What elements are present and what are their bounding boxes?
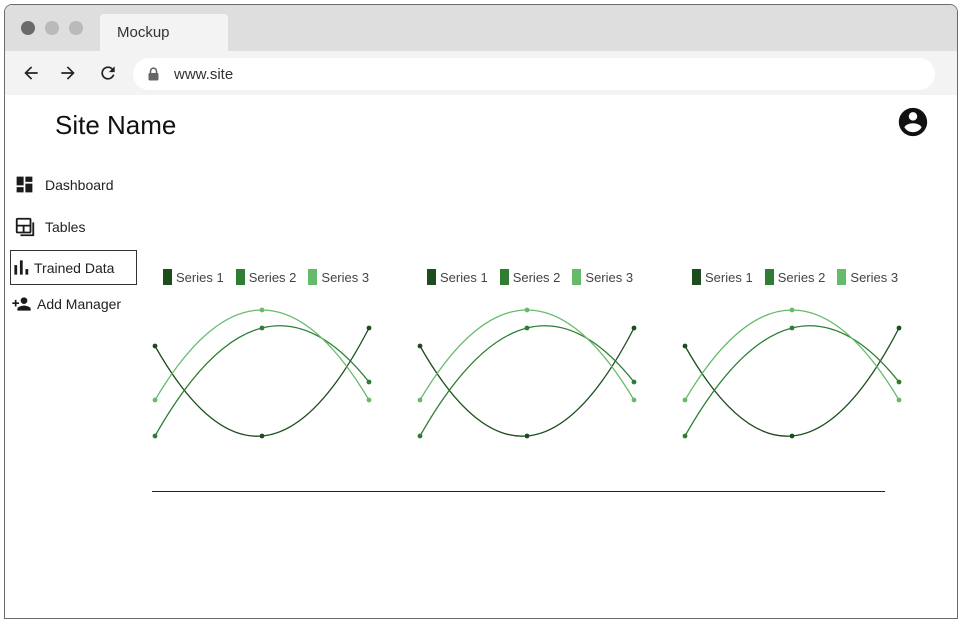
- data-point: [524, 325, 530, 331]
- data-point: [524, 307, 530, 313]
- close-window-button[interactable]: [21, 21, 35, 35]
- data-point: [152, 433, 158, 439]
- data-point: [366, 379, 372, 385]
- sidebar-item-label: Add Manager: [37, 296, 122, 312]
- legend-swatch: [427, 269, 436, 285]
- legend-entry: Series 2: [499, 269, 561, 285]
- legend-swatch: [764, 269, 774, 285]
- bar-chart-icon: [14, 260, 29, 275]
- legend-entry: Series 2: [235, 269, 297, 285]
- data-point: [152, 397, 158, 403]
- legend-swatch: [499, 269, 509, 285]
- legend-entry: Series 1: [163, 269, 224, 285]
- dashboard-icon: [16, 176, 33, 193]
- tab-bar: Mockup: [5, 5, 957, 51]
- line-chart: [152, 307, 372, 439]
- sidebar-item-trained-data[interactable]: Trained Data: [10, 250, 137, 285]
- sidebar-item-add-manager[interactable]: Add Manager: [10, 294, 121, 314]
- series-line: [684, 327, 900, 437]
- data-point: [682, 433, 688, 439]
- legend-entry: Series 3: [837, 269, 898, 285]
- maximize-window-button[interactable]: [69, 21, 83, 35]
- chart-baseline: [152, 491, 885, 492]
- navigation-bar: www.site: [5, 51, 957, 95]
- data-point: [152, 343, 158, 349]
- browser-tab[interactable]: Mockup: [100, 14, 228, 51]
- sidebar-item-label: Trained Data: [34, 259, 115, 276]
- legend-entry: Series 2: [764, 269, 826, 285]
- legend-label: Series 3: [585, 269, 634, 285]
- data-point: [631, 379, 637, 385]
- data-point: [896, 379, 902, 385]
- line-chart: [682, 307, 902, 439]
- sidebar-item-dashboard[interactable]: Dashboard: [14, 174, 114, 195]
- site-name: Site Name: [55, 110, 177, 140]
- legend-label: Series 3: [321, 269, 370, 285]
- legend-entry: Series 1: [427, 269, 488, 285]
- data-point: [631, 325, 637, 331]
- data-point: [417, 343, 423, 349]
- sidebar-item-tables[interactable]: Tables: [14, 216, 85, 238]
- data-point: [417, 397, 423, 403]
- reload-icon[interactable]: [98, 63, 118, 83]
- legend-swatch: [163, 269, 172, 285]
- legend-label: Series 1: [176, 269, 224, 285]
- data-point: [631, 397, 637, 403]
- data-point: [366, 397, 372, 403]
- lock-icon: [148, 67, 159, 81]
- legend-swatch: [572, 269, 582, 285]
- data-point: [789, 433, 795, 439]
- data-point: [259, 325, 265, 331]
- data-point: [789, 307, 795, 313]
- legend-label: Series 1: [440, 269, 488, 285]
- legend-entry: Series 1: [692, 269, 753, 285]
- url-text: www.site: [174, 66, 234, 83]
- series-line: [154, 327, 370, 437]
- back-arrow-icon[interactable]: [21, 63, 41, 83]
- data-point: [789, 325, 795, 331]
- address-bar[interactable]: www.site: [133, 58, 935, 90]
- chart-legend: Series 1 Series 2 Series 3: [163, 267, 381, 287]
- series-line: [419, 327, 635, 437]
- tab-title: Mockup: [117, 24, 170, 41]
- data-point: [682, 397, 688, 403]
- data-point: [524, 433, 530, 439]
- chart-legend: Series 1 Series 2 Series 3: [692, 267, 910, 287]
- legend-label: Series 1: [705, 269, 753, 285]
- legend-label: Series 3: [850, 269, 899, 285]
- data-point: [896, 397, 902, 403]
- legend-swatch: [692, 269, 701, 285]
- tables-icon: [15, 217, 35, 237]
- data-point: [366, 325, 372, 331]
- sidebar-item-label: Dashboard: [45, 176, 114, 193]
- legend-entry: Series 3: [572, 269, 633, 285]
- sidebar-item-label: Tables: [45, 219, 86, 235]
- data-point: [682, 343, 688, 349]
- legend-label: Series 2: [777, 269, 826, 285]
- chart-legend: Series 1 Series 2 Series 3: [427, 267, 645, 287]
- line-chart: [417, 307, 637, 439]
- data-point: [259, 433, 265, 439]
- data-point: [417, 433, 423, 439]
- data-point: [259, 307, 265, 313]
- minimize-window-button[interactable]: [45, 21, 59, 35]
- legend-swatch: [235, 269, 245, 285]
- legend-swatch: [308, 269, 318, 285]
- legend-label: Series 2: [512, 269, 561, 285]
- legend-label: Series 2: [248, 269, 297, 285]
- account-circle-icon[interactable]: [896, 105, 930, 139]
- legend-entry: Series 3: [308, 269, 369, 285]
- data-point: [896, 325, 902, 331]
- forward-arrow-icon[interactable]: [58, 63, 78, 83]
- legend-swatch: [837, 269, 847, 285]
- add-person-icon: [12, 297, 31, 311]
